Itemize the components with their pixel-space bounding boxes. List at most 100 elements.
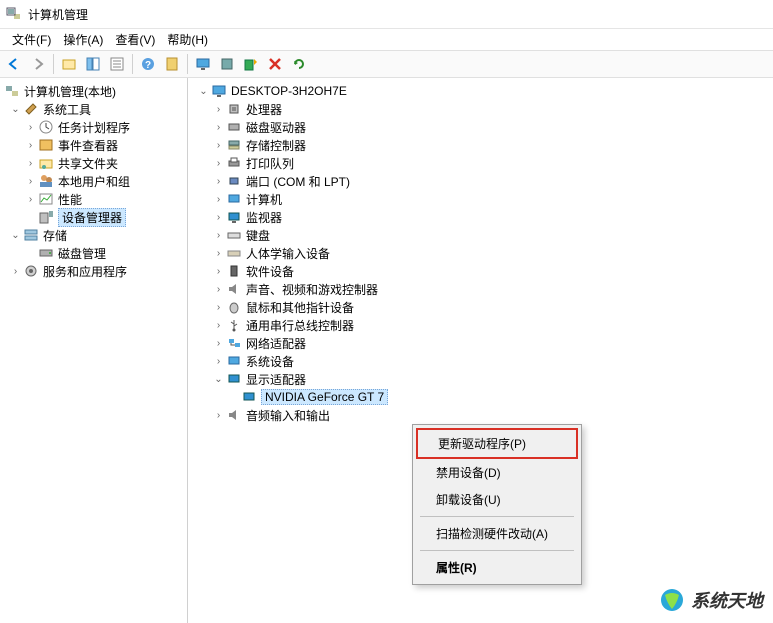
tree-storage[interactable]: ⌄ 存储: [0, 226, 187, 244]
expand-icon[interactable]: ›: [211, 410, 226, 421]
tree-label: 声音、视频和游戏控制器: [246, 281, 378, 298]
collapse-icon[interactable]: ⌄: [196, 86, 211, 97]
tree-services[interactable]: › 服务和应用程序: [0, 262, 187, 280]
expand-icon[interactable]: ›: [211, 356, 226, 367]
tree-dev-mgr[interactable]: · 设备管理器: [0, 208, 187, 226]
tree-event-viewer[interactable]: › 事件查看器: [0, 136, 187, 154]
dev-sys[interactable]: ›系统设备: [188, 352, 773, 370]
expand-icon[interactable]: ›: [23, 140, 38, 151]
dev-keyboards[interactable]: ›键盘: [188, 226, 773, 244]
menu-help[interactable]: 帮助(H): [161, 31, 214, 48]
ctx-uninstall-device[interactable]: 卸载设备(U): [416, 486, 578, 513]
display-icon: [226, 371, 242, 387]
up-button[interactable]: [58, 53, 80, 75]
hid-icon: [226, 245, 242, 261]
tree-perf[interactable]: › 性能: [0, 190, 187, 208]
sound-icon: [226, 281, 242, 297]
dev-cpu[interactable]: ›处理器: [188, 100, 773, 118]
expand-icon[interactable]: ›: [23, 122, 38, 133]
expand-icon[interactable]: ›: [211, 302, 226, 313]
dev-display[interactable]: ⌄显示适配器: [188, 370, 773, 388]
tree-local-users[interactable]: › 本地用户和组: [0, 172, 187, 190]
collapse-icon[interactable]: ⌄: [8, 104, 23, 115]
tools-icon: [23, 101, 39, 117]
tree-label: 事件查看器: [58, 137, 118, 154]
ctx-disable-device[interactable]: 禁用设备(D): [416, 459, 578, 486]
menubar: 文件(F) 操作(A) 查看(V) 帮助(H): [0, 29, 773, 50]
dev-disk[interactable]: ›磁盘驱动器: [188, 118, 773, 136]
dev-monitors[interactable]: ›监视器: [188, 208, 773, 226]
dev-software[interactable]: › 软件设备: [188, 262, 773, 280]
tree-sys-tools[interactable]: ⌄ 系统工具: [0, 100, 187, 118]
dev-root[interactable]: ⌄ DESKTOP-3H2OH7E: [188, 82, 773, 100]
watermark-text: 系统天地: [691, 587, 763, 613]
expand-icon[interactable]: ›: [211, 194, 226, 205]
expand-icon[interactable]: ›: [211, 248, 226, 259]
expand-icon[interactable]: ›: [23, 194, 38, 205]
tree-label: 磁盘管理: [58, 245, 106, 262]
dev-hid[interactable]: ›人体学输入设备: [188, 244, 773, 262]
ctx-scan-hardware[interactable]: 扫描检测硬件改动(A): [416, 520, 578, 547]
action-button[interactable]: [161, 53, 183, 75]
usb-icon: [226, 317, 242, 333]
tree-label: 软件设备: [246, 263, 294, 280]
dev-audio[interactable]: › 音频输入和输出: [188, 406, 773, 424]
disk-drive-icon: [226, 119, 242, 135]
ctx-separator: [420, 550, 574, 551]
tree-root[interactable]: 计算机管理(本地): [0, 82, 187, 100]
tree-disk-mgmt[interactable]: · 磁盘管理: [0, 244, 187, 262]
expand-icon[interactable]: ›: [23, 158, 38, 169]
expand-icon[interactable]: ›: [211, 266, 226, 277]
forward-button[interactable]: [27, 53, 49, 75]
expand-icon[interactable]: ›: [8, 266, 23, 277]
monitor-button[interactable]: [192, 53, 214, 75]
collapse-icon[interactable]: ⌄: [8, 230, 23, 241]
ctx-properties[interactable]: 属性(R): [416, 554, 578, 581]
device-button[interactable]: [216, 53, 238, 75]
scan-button[interactable]: [240, 53, 262, 75]
tree-task-sched[interactable]: › 任务计划程序: [0, 118, 187, 136]
dev-usb[interactable]: ›通用串行总线控制器: [188, 316, 773, 334]
expand-icon[interactable]: ›: [211, 176, 226, 187]
dev-mouse[interactable]: ›鼠标和其他指针设备: [188, 298, 773, 316]
expand-icon[interactable]: ›: [23, 176, 38, 187]
ctx-update-driver[interactable]: 更新驱动程序(P): [416, 428, 578, 459]
tree-shared[interactable]: › 共享文件夹: [0, 154, 187, 172]
back-button[interactable]: [3, 53, 25, 75]
tree-label: 性能: [58, 191, 82, 208]
menu-file[interactable]: 文件(F): [6, 31, 57, 48]
expand-icon[interactable]: ›: [211, 140, 226, 151]
expand-icon[interactable]: ›: [211, 230, 226, 241]
tree-label: 计算机管理(本地): [24, 83, 116, 100]
dev-storage-ctrl[interactable]: ›存储控制器: [188, 136, 773, 154]
collapse-icon[interactable]: ⌄: [211, 374, 226, 385]
network-icon: [226, 335, 242, 351]
help-button[interactable]: ?: [137, 53, 159, 75]
expand-icon[interactable]: ›: [211, 338, 226, 349]
printer-icon: [226, 155, 242, 171]
expand-icon[interactable]: ›: [211, 104, 226, 115]
dev-sound[interactable]: › 声音、视频和游戏控制器: [188, 280, 773, 298]
expand-icon[interactable]: ›: [211, 122, 226, 133]
right-tree-pane: ⌄ DESKTOP-3H2OH7E ›处理器 ›磁盘驱动器 ›存储控制器 ›打印…: [188, 78, 773, 623]
refresh-button[interactable]: [288, 53, 310, 75]
tree-label: 端口 (COM 和 LPT): [246, 173, 350, 190]
dev-computers[interactable]: ›计算机: [188, 190, 773, 208]
dev-print[interactable]: ›打印队列: [188, 154, 773, 172]
expand-icon[interactable]: ›: [211, 320, 226, 331]
expand-icon[interactable]: ›: [211, 212, 226, 223]
computer-icon: [211, 83, 227, 99]
properties-button[interactable]: [106, 53, 128, 75]
dev-gpu[interactable]: NVIDIA GeForce GT 7: [188, 388, 773, 406]
tree-label: 音频输入和输出: [246, 407, 330, 424]
titlebar: 计算机管理: [0, 0, 773, 29]
tree-label: 设备管理器: [58, 208, 126, 227]
show-hide-tree-button[interactable]: [82, 53, 104, 75]
menu-view[interactable]: 查看(V): [109, 31, 161, 48]
expand-icon[interactable]: ›: [211, 158, 226, 169]
dev-ports[interactable]: › 端口 (COM 和 LPT): [188, 172, 773, 190]
menu-action[interactable]: 操作(A): [57, 31, 109, 48]
delete-button[interactable]: [264, 53, 286, 75]
dev-network[interactable]: ›网络适配器: [188, 334, 773, 352]
expand-icon[interactable]: ›: [211, 284, 226, 295]
